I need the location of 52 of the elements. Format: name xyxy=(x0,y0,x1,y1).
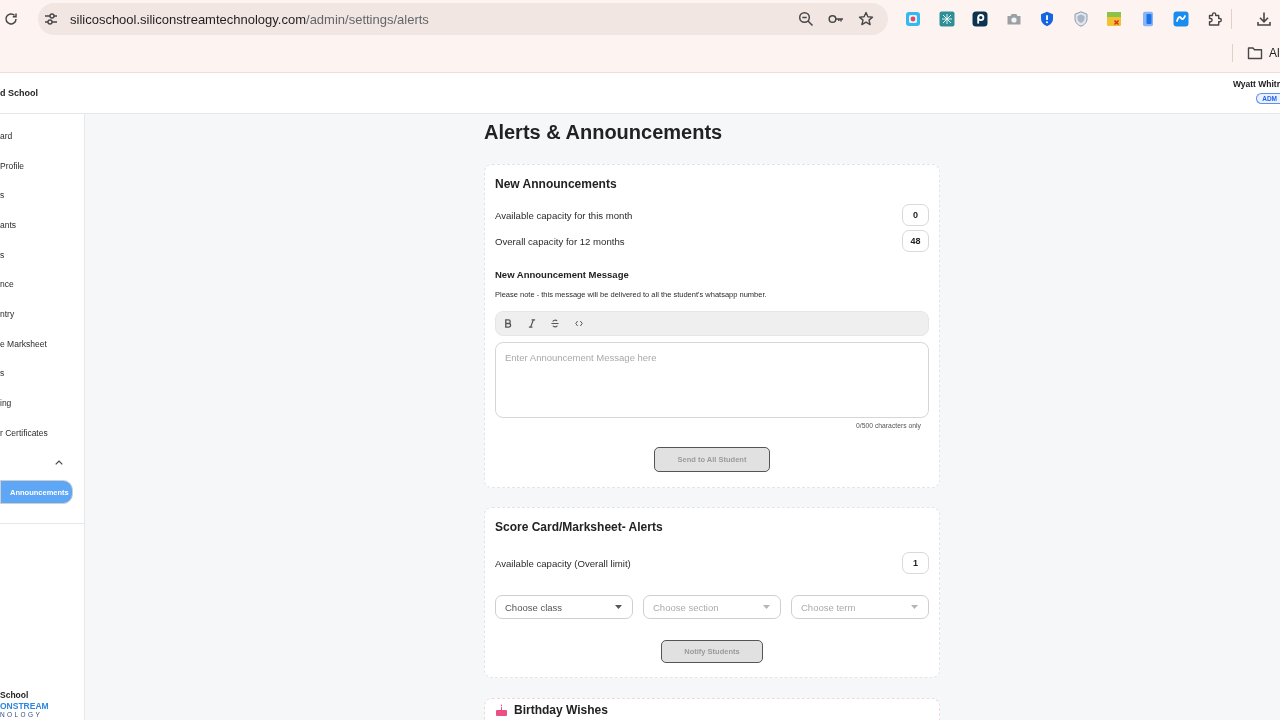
sidebar-item[interactable]: s xyxy=(0,180,84,211)
sidebar-item[interactable]: ntry xyxy=(0,299,84,329)
zoom-out-icon[interactable] xyxy=(798,11,814,27)
message-label: New Announcement Message xyxy=(495,268,630,282)
shield-alert-icon[interactable] xyxy=(1039,11,1055,27)
sidebar-item[interactable]: e Marksheet xyxy=(0,328,84,359)
address-bar[interactable]: silicoschool.siliconstreamtechnology.com/admin/settings/alerts xyxy=(38,3,888,35)
sidebar-item[interactable]: ants xyxy=(0,210,84,240)
sidebar-item[interactable]: ard xyxy=(0,121,84,151)
sidebar-item[interactable]: s xyxy=(0,358,84,389)
folder-icon xyxy=(1247,45,1263,61)
pattern-tile-icon[interactable] xyxy=(938,11,955,27)
chevron-up-icon[interactable] xyxy=(55,459,63,465)
capacity-label: Available capacity (Overall limit) xyxy=(495,557,631,569)
sidebar-item[interactable]: Profile xyxy=(0,150,84,181)
app-logo-icon[interactable] xyxy=(972,11,988,27)
user-name: Wyatt Whitr xyxy=(1232,79,1280,90)
code-icon[interactable] xyxy=(574,319,583,328)
capacity-label: Overall capacity for 12 months xyxy=(495,235,625,247)
logo-wordmark: ONSTREAM xyxy=(0,701,49,711)
sidebar-item[interactable]: r Certificates xyxy=(0,417,84,448)
puzzle-icon[interactable] xyxy=(1206,11,1223,27)
cake-icon xyxy=(496,704,507,716)
capacity-label: Available capacity for this month xyxy=(495,209,633,221)
card-title: Score Card/Marksheet- Alerts xyxy=(495,519,664,535)
bold-icon[interactable] xyxy=(504,319,512,328)
download-icon[interactable] xyxy=(1256,11,1272,27)
capacity-count: 48 xyxy=(902,230,929,252)
sidebar-item[interactable]: ing xyxy=(0,388,84,418)
site-settings-icon[interactable] xyxy=(43,11,59,27)
card-title: New Announcements xyxy=(495,176,618,192)
italic-icon[interactable] xyxy=(527,319,536,328)
sidebar-item[interactable]: s xyxy=(0,239,84,270)
reload-icon[interactable] xyxy=(4,12,18,26)
record-icon[interactable] xyxy=(905,11,921,27)
sidebar-item[interactable]: nce xyxy=(0,269,84,300)
cross-tile-icon[interactable] xyxy=(1106,11,1122,27)
capacity-count: 0 xyxy=(902,204,929,226)
strikethrough-icon[interactable] xyxy=(551,319,559,328)
caret-icon xyxy=(763,605,770,609)
brand-name: School xyxy=(0,690,29,701)
caret-icon xyxy=(615,605,622,609)
dropdown-select[interactable]: Choose class xyxy=(495,595,633,619)
star-icon[interactable] xyxy=(858,11,874,27)
bookmark-folder[interactable]: Al xyxy=(1247,45,1280,61)
card-title: Birthday Wishes xyxy=(514,703,608,717)
squiggle-tile-icon[interactable] xyxy=(1173,11,1189,27)
school-name: d School xyxy=(0,88,38,98)
caret-icon xyxy=(911,605,918,609)
page-title: Alerts & Announcements xyxy=(484,120,724,145)
message-field[interactable]: Enter Announcement Message here xyxy=(495,342,929,418)
capacity-count: 1 xyxy=(902,552,929,574)
